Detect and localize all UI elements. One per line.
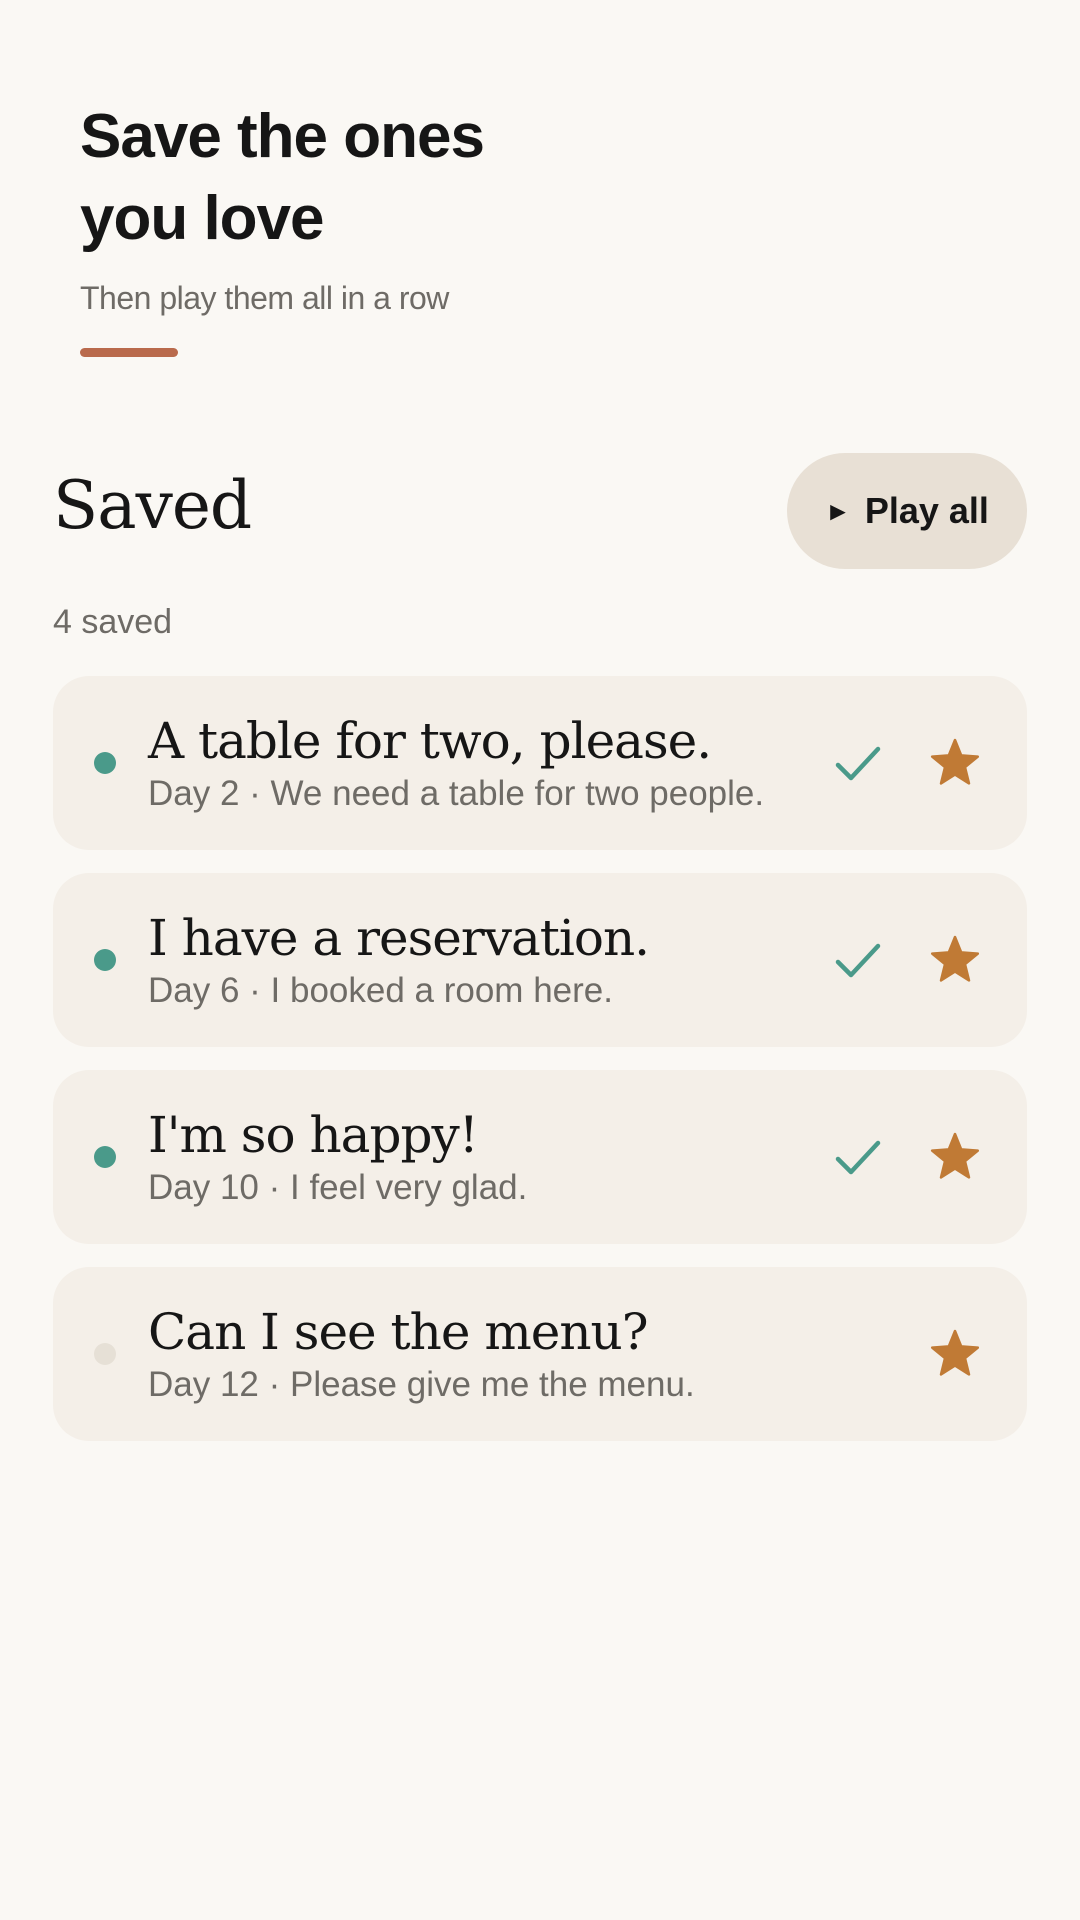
play-all-label: Play all [864,490,989,531]
status-dot [94,949,116,971]
accent-divider [80,348,178,357]
saved-item-subtitle: Day 6 · I booked a room here. [148,971,613,1010]
saved-item-title: A table for two, please. [148,712,712,770]
section-title: Saved [53,467,252,544]
star-icon[interactable] [928,933,982,987]
star-icon[interactable] [928,1327,982,1381]
saved-item-subtitle: Day 10 · I feel very glad. [148,1168,528,1207]
page-title: Save the ones you love [80,102,485,253]
saved-item[interactable]: Can I see the menu? Day 12 · Please give… [53,1267,1027,1441]
saved-item[interactable]: I'm so happy! Day 10 · I feel very glad. [53,1070,1027,1244]
check-icon [835,1140,881,1175]
saved-item-title: I have a reservation. [148,909,650,967]
saved-list: A table for two, please. Day 2 · We need… [53,676,1027,1464]
status-dot [94,1343,116,1365]
saved-item-subtitle: Day 2 · We need a table for two people. [148,774,765,813]
check-icon [835,943,881,978]
play-icon: ► [825,496,851,526]
saved-item-title: I'm so happy! [148,1106,479,1164]
check-icon [835,746,881,781]
saved-item-title: Can I see the menu? [148,1303,649,1361]
hero: Save the ones you love Then play them al… [80,96,800,357]
star-icon[interactable] [928,736,982,790]
star-icon[interactable] [928,1130,982,1184]
saved-item[interactable]: A table for two, please. Day 2 · We need… [53,676,1027,850]
play-all-button[interactable]: ► Play all [787,453,1027,569]
saved-item[interactable]: I have a reservation. Day 6 · I booked a… [53,873,1027,1047]
saved-item-subtitle: Day 12 · Please give me the menu. [148,1365,695,1404]
status-dot [94,752,116,774]
page-subtitle: Then play them all in a row [80,280,449,316]
status-dot [94,1146,116,1168]
saved-count: 4 saved [53,603,173,641]
